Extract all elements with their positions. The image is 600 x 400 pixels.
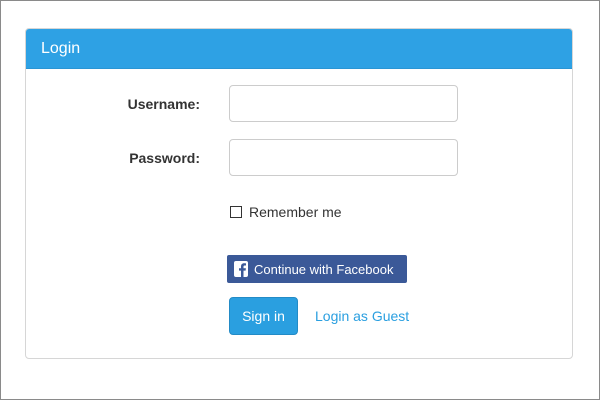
username-input[interactable]: [229, 85, 458, 122]
remember-me-label: Remember me: [249, 204, 342, 220]
remember-me-row[interactable]: Remember me: [230, 204, 342, 220]
facebook-login-button[interactable]: Continue with Facebook: [227, 255, 407, 283]
login-as-guest-link[interactable]: Login as Guest: [315, 308, 409, 324]
login-panel: Login Username: Password: Remember me Co…: [25, 28, 573, 359]
password-input[interactable]: [229, 139, 458, 176]
sign-in-button[interactable]: Sign in: [229, 297, 298, 335]
panel-title: Login: [26, 29, 572, 69]
username-label: Username:: [127, 96, 200, 112]
facebook-icon: [234, 261, 248, 277]
remember-me-checkbox[interactable]: [230, 206, 242, 218]
password-label: Password:: [129, 150, 200, 166]
facebook-button-label: Continue with Facebook: [254, 261, 394, 277]
